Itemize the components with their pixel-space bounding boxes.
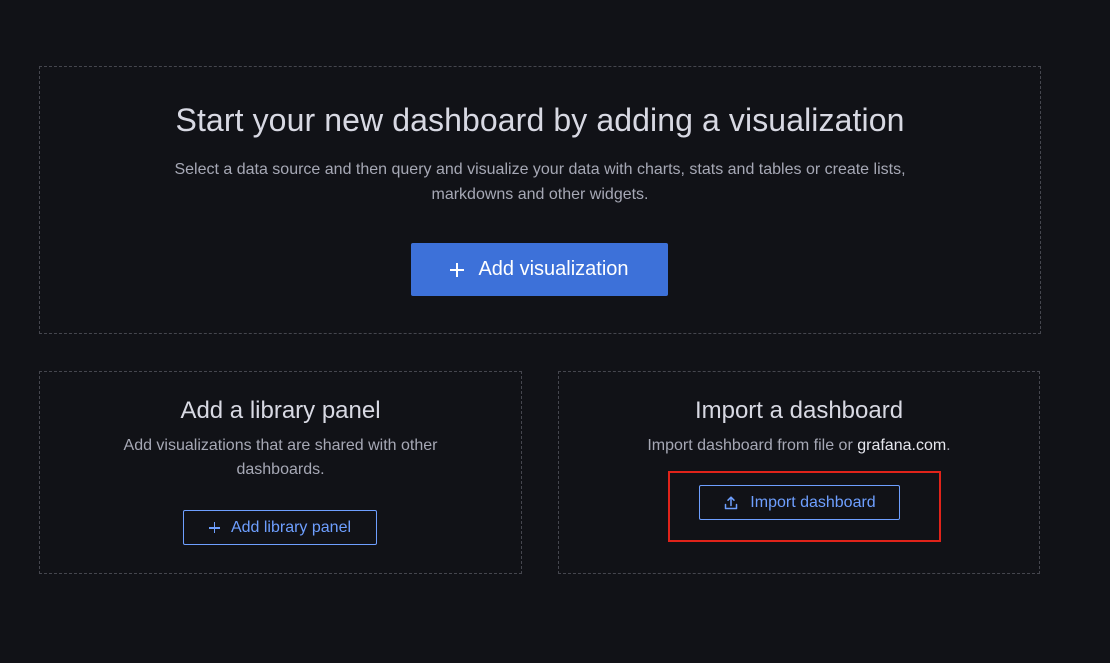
import-description-suffix: . xyxy=(946,437,951,454)
plus-icon xyxy=(208,522,220,533)
upload-icon xyxy=(723,495,739,511)
library-panel-description: Add visualizations that are shared with … xyxy=(123,437,438,478)
library-panel-card: Add a library panel Add visualizations t… xyxy=(39,371,522,574)
main-panel-title: Start your new dashboard by adding a vis… xyxy=(175,102,905,138)
add-visualization-button[interactable]: Add visualization xyxy=(411,243,668,296)
add-visualization-label: Add visualization xyxy=(478,258,629,280)
import-dashboard-button[interactable]: Import dashboard xyxy=(699,485,900,520)
plus-icon xyxy=(450,262,465,277)
import-dashboard-description: Import dashboard from file or grafana.co… xyxy=(614,434,984,458)
add-library-panel-button[interactable]: Add library panel xyxy=(183,510,377,545)
import-dashboard-title: Import a dashboard xyxy=(694,397,904,424)
grafana-com-link[interactable]: grafana.com xyxy=(857,437,946,454)
add-library-panel-label: Add library panel xyxy=(230,518,352,536)
add-visualization-panel: Start your new dashboard by adding a vis… xyxy=(39,66,1041,334)
library-panel-title: Add a library panel xyxy=(180,397,381,424)
main-panel-description: Select a data source and then query and … xyxy=(174,161,906,203)
import-dashboard-label: Import dashboard xyxy=(750,493,876,511)
import-dashboard-card: Import a dashboard Import dashboard from… xyxy=(558,371,1040,574)
import-description-text: Import dashboard from file or xyxy=(647,437,858,454)
